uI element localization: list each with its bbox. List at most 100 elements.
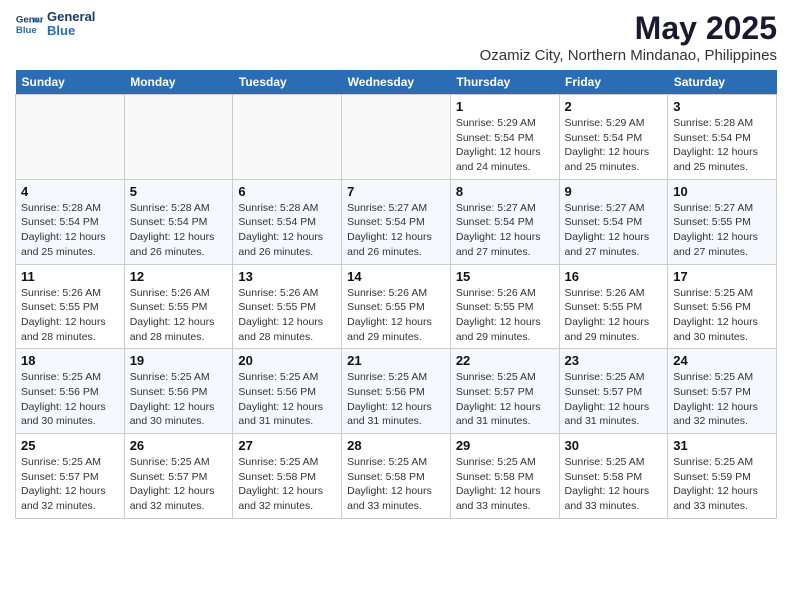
date-number: 20 — [238, 353, 336, 368]
cell-info: Sunrise: 5:25 AM Sunset: 5:57 PM Dayligh… — [673, 370, 771, 429]
logo-icon: General Blue — [15, 10, 43, 38]
cell-info: Sunrise: 5:26 AM Sunset: 5:55 PM Dayligh… — [130, 286, 228, 345]
date-number: 23 — [565, 353, 663, 368]
date-number: 15 — [456, 269, 554, 284]
svg-text:General: General — [16, 15, 43, 26]
date-number: 3 — [673, 99, 771, 114]
date-number: 11 — [21, 269, 119, 284]
cell-info: Sunrise: 5:27 AM Sunset: 5:54 PM Dayligh… — [456, 201, 554, 260]
calendar-cell: 16Sunrise: 5:26 AM Sunset: 5:55 PM Dayli… — [559, 264, 668, 349]
cell-info: Sunrise: 5:25 AM Sunset: 5:58 PM Dayligh… — [565, 455, 663, 514]
date-number: 9 — [565, 184, 663, 199]
cell-info: Sunrise: 5:28 AM Sunset: 5:54 PM Dayligh… — [673, 116, 771, 175]
calendar-cell: 13 Sunrise: 5:26 AM Sunset: 5:55 PM Dayli… — [233, 264, 342, 349]
cell-info: Sunrise: 5:26 AM Sunset: 5:55 PM Dayligh… — [456, 286, 554, 345]
calendar-cell: 7 Sunrise: 5:27 AM Sunset: 5:54 PM Daylig… — [342, 179, 451, 264]
calendar-cell: 27Sunrise: 5:25 AM Sunset: 5:58 PM Dayli… — [233, 434, 342, 519]
svg-text:Blue: Blue — [16, 25, 37, 36]
calendar-cell: 4 Sunrise: 5:28 AM Sunset: 5:54 PM Daylig… — [16, 179, 125, 264]
calendar-table: SundayMondayTuesdayWednesdayThursdayFrid… — [15, 70, 777, 519]
cell-info: Sunrise: 5:25 AM Sunset: 5:56 PM Dayligh… — [21, 370, 119, 429]
cell-info: Sunrise: 5:25 AM Sunset: 5:57 PM Dayligh… — [130, 455, 228, 514]
title-area: May 2025 Ozamiz City, Northern Mindanao,… — [480, 10, 777, 64]
calendar-cell: 11 Sunrise: 5:26 AM Sunset: 5:55 PM Dayli… — [16, 264, 125, 349]
week-row-4: 18 Sunrise: 5:25 AM Sunset: 5:56 PM Dayli… — [16, 349, 777, 434]
calendar-cell: 23 Sunrise: 5:25 AM Sunset: 5:57 PM Dayli… — [559, 349, 668, 434]
date-number: 14 — [347, 269, 445, 284]
main-title: May 2025 — [480, 10, 777, 47]
calendar-cell: 30Sunrise: 5:25 AM Sunset: 5:58 PM Dayli… — [559, 434, 668, 519]
cell-info: Sunrise: 5:26 AM Sunset: 5:55 PM Dayligh… — [21, 286, 119, 345]
date-number: 17 — [673, 269, 771, 284]
calendar-cell: 2 Sunrise: 5:29 AM Sunset: 5:54 PM Daylig… — [559, 95, 668, 180]
date-number: 6 — [238, 184, 336, 199]
date-number: 13 — [238, 269, 336, 284]
day-header-wednesday: Wednesday — [342, 70, 451, 95]
calendar-cell: 1 Sunrise: 5:29 AM Sunset: 5:54 PM Daylig… — [450, 95, 559, 180]
week-row-3: 11 Sunrise: 5:26 AM Sunset: 5:55 PM Dayli… — [16, 264, 777, 349]
day-header-tuesday: Tuesday — [233, 70, 342, 95]
calendar-cell: 22 Sunrise: 5:25 AM Sunset: 5:57 PM Dayli… — [450, 349, 559, 434]
cell-info: Sunrise: 5:25 AM Sunset: 5:58 PM Dayligh… — [456, 455, 554, 514]
cell-info: Sunrise: 5:25 AM Sunset: 5:56 PM Dayligh… — [347, 370, 445, 429]
cell-info: Sunrise: 5:28 AM Sunset: 5:54 PM Dayligh… — [238, 201, 336, 260]
cell-info: Sunrise: 5:25 AM Sunset: 5:59 PM Dayligh… — [673, 455, 771, 514]
calendar-cell: 10 Sunrise: 5:27 AM Sunset: 5:55 PM Dayli… — [668, 179, 777, 264]
subtitle: Ozamiz City, Northern Mindanao, Philippi… — [480, 47, 777, 64]
week-row-2: 4 Sunrise: 5:28 AM Sunset: 5:54 PM Daylig… — [16, 179, 777, 264]
day-header-saturday: Saturday — [668, 70, 777, 95]
cell-info: Sunrise: 5:25 AM Sunset: 5:57 PM Dayligh… — [565, 370, 663, 429]
date-number: 8 — [456, 184, 554, 199]
cell-info: Sunrise: 5:27 AM Sunset: 5:54 PM Dayligh… — [347, 201, 445, 260]
calendar-cell — [233, 95, 342, 180]
cell-info: Sunrise: 5:26 AM Sunset: 5:55 PM Dayligh… — [347, 286, 445, 345]
date-number: 4 — [21, 184, 119, 199]
calendar-cell: 28 Sunrise: 5:25 AM Sunset: 5:58 PM Dayli… — [342, 434, 451, 519]
logo: General Blue General Blue — [15, 10, 95, 39]
date-number: 31 — [673, 438, 771, 453]
day-header-monday: Monday — [124, 70, 233, 95]
calendar-cell — [342, 95, 451, 180]
date-number: 10 — [673, 184, 771, 199]
cell-info: Sunrise: 5:25 AM Sunset: 5:58 PM Dayligh… — [347, 455, 445, 514]
cell-info: Sunrise: 5:29 AM Sunset: 5:54 PM Dayligh… — [456, 116, 554, 175]
date-number: 25 — [21, 438, 119, 453]
date-number: 5 — [130, 184, 228, 199]
date-number: 21 — [347, 353, 445, 368]
cell-info: Sunrise: 5:27 AM Sunset: 5:55 PM Dayligh… — [673, 201, 771, 260]
calendar-cell — [16, 95, 125, 180]
date-number: 18 — [21, 353, 119, 368]
date-number: 7 — [347, 184, 445, 199]
calendar-cell — [124, 95, 233, 180]
date-number: 29 — [456, 438, 554, 453]
date-number: 22 — [456, 353, 554, 368]
date-number: 1 — [456, 99, 554, 114]
header: General Blue General Blue May 2025 Ozami… — [15, 10, 777, 64]
cell-info: Sunrise: 5:29 AM Sunset: 5:54 PM Dayligh… — [565, 116, 663, 175]
calendar-cell: 19Sunrise: 5:25 AM Sunset: 5:56 PM Dayli… — [124, 349, 233, 434]
cell-info: Sunrise: 5:25 AM Sunset: 5:56 PM Dayligh… — [130, 370, 228, 429]
day-header-friday: Friday — [559, 70, 668, 95]
calendar-cell: 8 Sunrise: 5:27 AM Sunset: 5:54 PM Daylig… — [450, 179, 559, 264]
cell-info: Sunrise: 5:27 AM Sunset: 5:54 PM Dayligh… — [565, 201, 663, 260]
day-header-sunday: Sunday — [16, 70, 125, 95]
calendar-cell: 12 Sunrise: 5:26 AM Sunset: 5:55 PM Dayli… — [124, 264, 233, 349]
calendar-cell: 18 Sunrise: 5:25 AM Sunset: 5:56 PM Dayli… — [16, 349, 125, 434]
calendar-cell: 3 Sunrise: 5:28 AM Sunset: 5:54 PM Daylig… — [668, 95, 777, 180]
cell-info: Sunrise: 5:28 AM Sunset: 5:54 PM Dayligh… — [21, 201, 119, 260]
calendar-cell: 14 Sunrise: 5:26 AM Sunset: 5:55 PM Dayli… — [342, 264, 451, 349]
day-header-row: SundayMondayTuesdayWednesdayThursdayFrid… — [16, 70, 777, 95]
calendar-cell: 31 Sunrise: 5:25 AM Sunset: 5:59 PM Dayli… — [668, 434, 777, 519]
calendar-cell: 20Sunrise: 5:25 AM Sunset: 5:56 PM Dayli… — [233, 349, 342, 434]
date-number: 28 — [347, 438, 445, 453]
cell-info: Sunrise: 5:26 AM Sunset: 5:55 PM Dayligh… — [238, 286, 336, 345]
week-row-5: 25 Sunrise: 5:25 AM Sunset: 5:57 PM Dayli… — [16, 434, 777, 519]
calendar-cell: 6 Sunrise: 5:28 AM Sunset: 5:54 PM Daylig… — [233, 179, 342, 264]
date-number: 2 — [565, 99, 663, 114]
date-number: 27 — [238, 438, 336, 453]
date-number: 12 — [130, 269, 228, 284]
logo-line1: General — [47, 10, 95, 24]
cell-info: Sunrise: 5:25 AM Sunset: 5:57 PM Dayligh… — [456, 370, 554, 429]
calendar-cell: 21 Sunrise: 5:25 AM Sunset: 5:56 PM Dayli… — [342, 349, 451, 434]
date-number: 26 — [130, 438, 228, 453]
